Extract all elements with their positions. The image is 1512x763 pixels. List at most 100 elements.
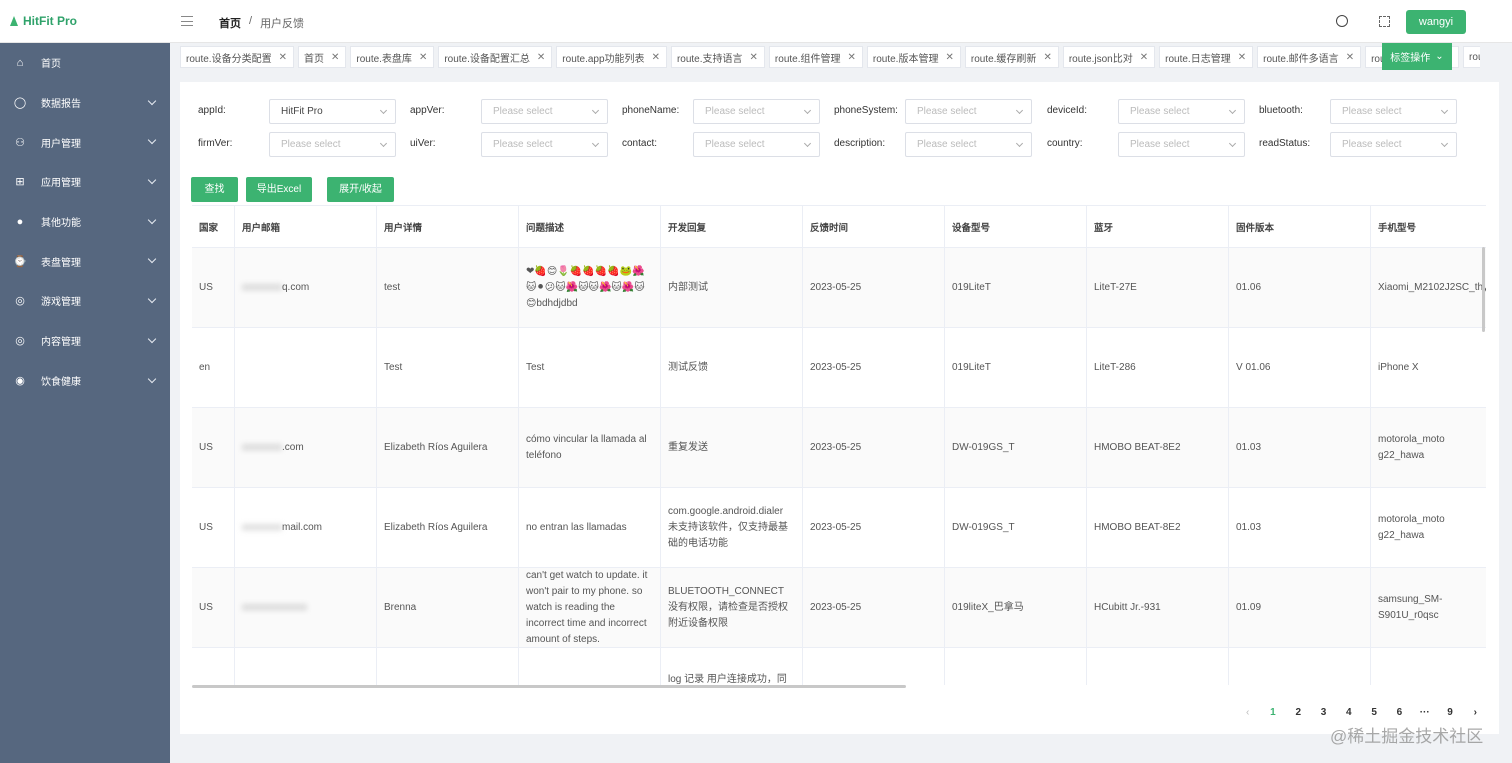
tag-operations-button[interactable]: 标签操作 ⌄	[1382, 43, 1452, 70]
table-row[interactable]: US xxxxxxxxxxxxx Brenna can't get watch to …	[192, 568, 1486, 648]
column-header[interactable]: 问题描述	[519, 206, 661, 248]
filter-select[interactable]: Please select	[481, 99, 608, 124]
sidebar-item[interactable]: ◯ 数据报告	[0, 83, 170, 123]
main-panel: 查找 导出Excel 展开/收起 国家 用户邮箱 用户详情 问题描述 开发回复 反馈时间设…	[180, 82, 1499, 734]
sidebar-item[interactable]: ◎ 内容管理	[0, 321, 170, 361]
sidebar-item[interactable]: ⊞ 应用管理	[0, 162, 170, 202]
tag-item[interactable]: route.设备分类配置 ✕	[180, 46, 294, 68]
table-row[interactable]: US xxxxxxxx q.com test ❤🍓😊🌷🍓🍓🍓🍓🐸🌺🐱⚫😕🐱🌺🐱🐱🌺🐱🌺🐱…	[192, 248, 1486, 328]
sidebar-item[interactable]: ⌚ 表盘管理	[0, 241, 170, 281]
sidebar-item[interactable]: ◎ 游戏管理	[0, 281, 170, 321]
sidebar-item[interactable]: ⚇ 用户管理	[0, 122, 170, 162]
table-cell: 2023-05-25	[803, 248, 945, 328]
table-row[interactable]: US xxxxxxxx mail.com Elizabeth Ríos Aguiler…	[192, 488, 1486, 568]
page-number[interactable]: ···	[1412, 707, 1437, 718]
page-number[interactable]: 1	[1260, 707, 1285, 718]
close-icon[interactable]: ✕	[652, 52, 660, 63]
prev-page-icon[interactable]: ‹	[1235, 707, 1260, 718]
filter-select-text: Please select	[1130, 106, 1190, 117]
close-icon[interactable]: ✕	[1043, 52, 1051, 63]
chevron-down-icon	[1440, 106, 1449, 115]
filter-select[interactable]: Please select	[693, 99, 820, 124]
app-logo[interactable]: HitFit Pro	[0, 0, 170, 43]
breadcrumb-home[interactable]: 首页	[219, 15, 241, 31]
close-icon[interactable]: ✕	[945, 52, 953, 63]
column-header[interactable]: 反馈时间	[803, 206, 945, 248]
table-row[interactable]: US xxxxxxxx .com Elizabeth Ríos Aguilera cóm…	[192, 408, 1486, 488]
close-icon[interactable]: ✕	[537, 52, 545, 63]
horizontal-scrollbar[interactable]	[192, 685, 906, 688]
tag-item[interactable]: route.组件管理 ✕	[768, 46, 863, 68]
table-cell	[1229, 648, 1371, 685]
close-icon[interactable]: ✕	[1238, 52, 1246, 63]
tag-item[interactable]: route.版本管理 ✕	[866, 46, 961, 68]
table-cell	[377, 648, 519, 685]
close-icon[interactable]: ✕	[419, 52, 427, 63]
fullscreen-icon[interactable]	[1379, 16, 1390, 27]
tag-item[interactable]: route.支持语言 ✕	[670, 46, 765, 68]
column-header[interactable]: 用户详情	[377, 206, 519, 248]
filter-select[interactable]: Please select	[269, 132, 396, 157]
table-cell: 01.09	[1229, 568, 1371, 648]
table-row[interactable]: log 记录 用户连接成功，同步一	[192, 648, 1486, 685]
next-page-icon[interactable]: ›	[1463, 707, 1488, 718]
column-header[interactable]: 设备型号	[945, 206, 1087, 248]
filter-label: phoneName:	[622, 105, 680, 116]
filter-select[interactable]: HitFit Pro	[269, 99, 396, 124]
close-icon[interactable]: ✕	[279, 52, 287, 63]
column-header[interactable]: 开发回复	[661, 206, 803, 248]
filter-select[interactable]: Please select	[1118, 99, 1245, 124]
page-number[interactable]: 5	[1361, 707, 1386, 718]
page-number[interactable]: 2	[1286, 707, 1311, 718]
filter-select[interactable]: Please select	[1330, 99, 1457, 124]
filter-select[interactable]: Please select	[1330, 132, 1457, 157]
tag-item[interactable]: route.邮件多语言 ✕	[1257, 46, 1362, 68]
close-icon[interactable]: ✕	[1140, 52, 1148, 63]
more-icon: ●	[16, 215, 24, 228]
chevron-down-icon	[591, 106, 600, 115]
table-cell: 重复发送	[661, 408, 803, 488]
filter-select[interactable]: Please select	[693, 132, 820, 157]
page-number[interactable]: 3	[1311, 707, 1336, 718]
filter-select[interactable]: Please select	[905, 132, 1032, 157]
table-cell: 019LiteT	[945, 248, 1087, 328]
tag-item[interactable]: route.日志管理 ✕	[1159, 46, 1254, 68]
column-header[interactable]: 用户邮箱	[235, 206, 377, 248]
tag-item[interactable]: rou	[1463, 46, 1480, 68]
table-cell: xxxxxxxx q.com	[235, 248, 377, 328]
tag-item[interactable]: route.表盘库 ✕	[350, 46, 435, 68]
column-header[interactable]: 蓝牙	[1087, 206, 1229, 248]
column-header[interactable]: 国家	[192, 206, 235, 248]
filter-select[interactable]: Please select	[1118, 132, 1245, 157]
user-menu-button[interactable]: wangyi	[1406, 10, 1466, 34]
export-excel-button[interactable]: 导出Excel	[246, 177, 312, 202]
sidebar-item[interactable]: ● 其他功能	[0, 202, 170, 242]
page-number[interactable]: 9	[1437, 707, 1462, 718]
column-header[interactable]: 固件版本	[1229, 206, 1371, 248]
tag-item[interactable]: 首页 ✕	[297, 46, 347, 68]
filter-select[interactable]: Please select	[481, 132, 608, 157]
column-header[interactable]: 手机型号	[1371, 206, 1486, 248]
sidebar-item[interactable]: ⌂ 首页	[0, 43, 170, 83]
close-icon[interactable]: ✕	[848, 52, 856, 63]
tag-label: route.组件管理	[774, 53, 841, 65]
tag-item[interactable]: route.app功能列表 ✕	[556, 46, 667, 68]
page-number[interactable]: 4	[1336, 707, 1361, 718]
expand-collapse-button[interactable]: 展开/收起	[327, 177, 394, 202]
vertical-scrollbar[interactable]	[1482, 247, 1485, 332]
close-icon[interactable]: ✕	[331, 52, 339, 63]
menu-toggle-icon[interactable]	[181, 16, 193, 26]
language-globe-icon[interactable]	[1336, 15, 1348, 27]
close-icon[interactable]: ✕	[1346, 52, 1354, 63]
filter-select[interactable]: Please select	[905, 99, 1032, 124]
tag-item[interactable]: route.缓存刷新 ✕	[964, 46, 1059, 68]
close-icon[interactable]: ✕	[750, 52, 758, 63]
tag-item[interactable]: route.设备配置汇总 ✕	[438, 46, 553, 68]
tag-item[interactable]: route.json比对 ✕	[1062, 46, 1156, 68]
table-cell: HMOBO BEAT-8E2	[1087, 488, 1229, 568]
table-row[interactable]: en Test Test 测试反馈 2023-05-25 019LiteT LiteT-28…	[192, 328, 1486, 408]
sidebar-item[interactable]: ◉ 饮食健康	[0, 361, 170, 401]
filter-label: deviceId:	[1047, 105, 1088, 116]
search-button[interactable]: 查找	[191, 177, 238, 202]
page-number[interactable]: 6	[1387, 707, 1412, 718]
